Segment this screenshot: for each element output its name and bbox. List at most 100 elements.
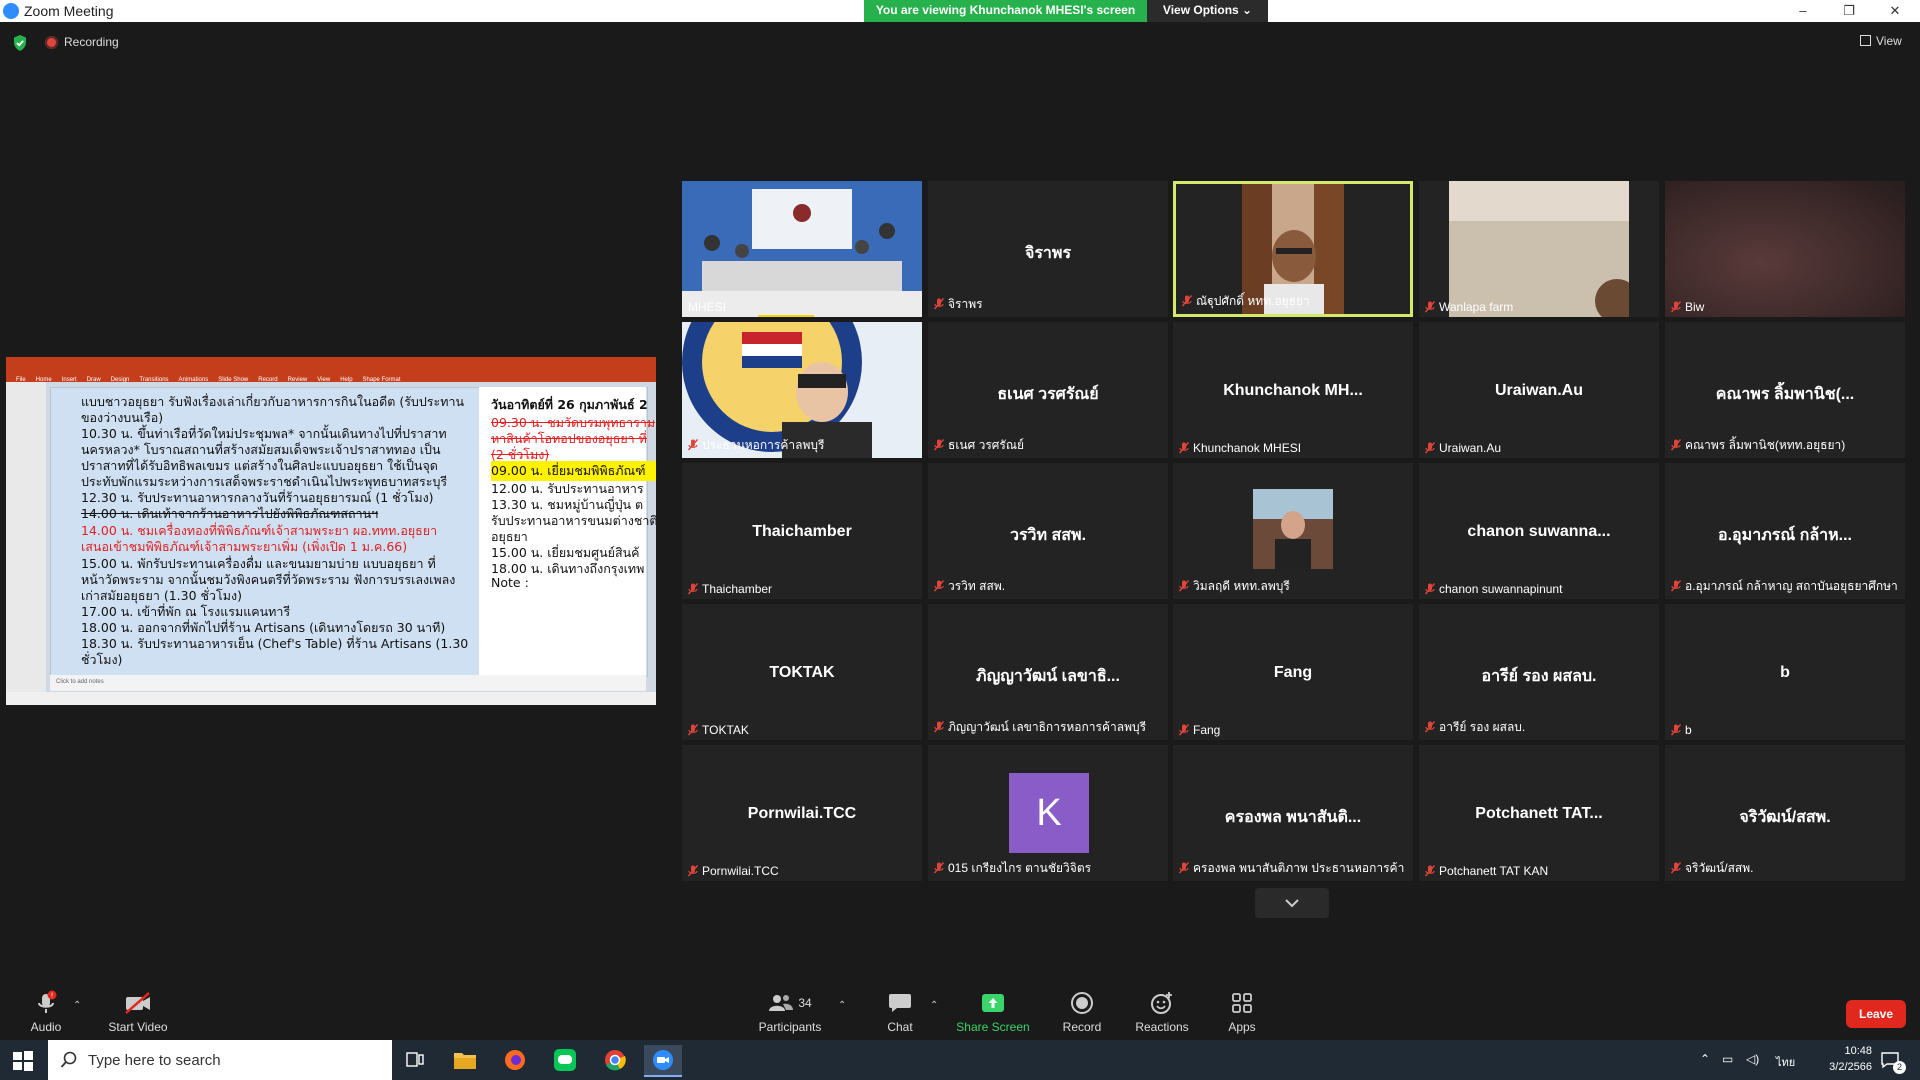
participant-tile[interactable]: Potchanett TAT... Potchanett TAT KAN [1419,745,1659,881]
file-explorer-icon[interactable] [446,1045,484,1075]
start-video-button[interactable]: Start Video [98,990,178,1034]
participants-button[interactable]: 34 Participants [750,990,830,1034]
participant-tile[interactable]: K 015 เกรียงไกร ตานชัยวิจิตร [928,745,1168,881]
participant-tile[interactable]: ธเนศ วรศรัณย์ ธเนศ วรศรัณย์ [928,322,1168,458]
grid-view-icon [1860,35,1871,46]
reactions-button[interactable]: Reactions [1122,990,1202,1034]
participant-name: Khunchanok MHESI [1193,441,1302,455]
participant-tile[interactable]: คณาพร ลิ้มพานิช(... คณาพร ลิ้มพานิช(หทท.อ… [1665,322,1905,458]
chat-button[interactable]: Chat [860,990,940,1034]
participant-tile[interactable]: อารีย์ รอง ผสลบ. อารีย์ รอง ผสลบ. [1419,604,1659,740]
participant-name-label: Potchanett TAT KAN [1425,864,1653,878]
volume-icon[interactable]: ◁) [1746,1052,1759,1066]
view-label: View [1876,34,1902,48]
view-button[interactable]: View [1860,34,1902,48]
taskbar-search-box[interactable]: Type here to search [48,1040,392,1080]
participants-icon [769,995,794,1011]
microphone-muted-icon [1179,580,1189,592]
chat-bubble-icon [889,994,911,1012]
participant-tile[interactable]: ครองพล พนาสันติ... ครองพล พนาสันติภาพ ประ… [1173,745,1413,881]
participant-tile[interactable]: ภิญญาวัฒน์ เลขาธิ... ภิญญาวัฒน์ เลขาธิการ… [928,604,1168,740]
share-screen-button[interactable]: Share Screen [953,990,1033,1034]
participant-name: Pornwilai.TCC [702,864,779,878]
task-view-icon[interactable] [396,1045,434,1075]
zoom-taskbar-icon[interactable] [644,1045,682,1077]
show-hidden-icons-icon[interactable]: ⌃ [1700,1052,1710,1066]
participant-display-name: คณาพร ลิ้มพานิช(... [1715,386,1855,403]
participant-tile[interactable]: Wanlapa farm [1419,181,1659,317]
microphone-muted-icon [688,724,698,736]
participant-tile[interactable]: ณัฐุปศักดิ์ หทท.อยุธยา [1173,181,1413,317]
participant-tile[interactable]: Thaichamber Thaichamber [682,463,922,599]
slide-text-highlight: 09.00 น. เยี่ยมชมพิพิธภัณฑ์ [491,461,656,481]
shared-screen[interactable]: File Home Insert Draw Design Transitions Anima… [6,357,656,705]
recording-label[interactable]: Recording [64,35,119,49]
clock-date[interactable]: 3/2/2566 [1812,1061,1872,1073]
scroll-down-button[interactable] [1255,888,1329,918]
microphone-muted-icon [1671,862,1681,874]
participants-caret-icon[interactable]: ⌃ [838,1000,846,1011]
view-options-button[interactable]: View Options ⌄ [1147,0,1268,22]
participant-name: chanon suwannapinunt [1439,582,1563,596]
shield-check-icon[interactable] [12,34,28,52]
participant-video [1253,489,1333,569]
participant-tile[interactable]: จิราพร จิราพร [928,181,1168,317]
ribbon-tab: Record [258,377,278,383]
slide-text: ชั่วโมง) [81,652,123,667]
notes-pane[interactable]: Click to add notes [50,675,646,691]
participant-tile[interactable]: Biw [1665,181,1905,317]
smiley-plus-icon [1151,992,1172,1014]
windows-start-icon[interactable] [12,1050,34,1072]
notification-count-badge: 2 [1893,1061,1906,1074]
record-button[interactable]: Record [1042,990,1122,1034]
clock-time[interactable]: 10:48 [1822,1045,1872,1057]
powerpoint-ribbon: File Home Insert Draw Design Transitions Anima… [6,368,656,383]
restore-button[interactable]: ❐ [1826,0,1872,22]
participant-tile[interactable]: MHESI [682,181,922,317]
window-title: Zoom Meeting [24,3,114,19]
participant-tile[interactable]: Uraiwan.Au Uraiwan.Au [1419,322,1659,458]
participant-name: Potchanett TAT KAN [1439,864,1549,878]
participant-name-label: วิมลฤดี หทท.ลพบุรี [1179,577,1407,596]
participant-name: ครองพล พนาสันติภาพ ประธานหอการค้า [1193,861,1405,875]
record-label: Record [1062,1020,1102,1034]
participant-name: จิราพร [948,297,983,311]
leave-button[interactable]: Leave [1846,1000,1906,1028]
chat-caret-icon[interactable]: ⌃ [930,1000,938,1011]
microphone-muted-icon [1671,724,1681,736]
line-app-icon[interactable] [546,1045,584,1075]
participant-name: Uraiwan.Au [1439,441,1502,455]
zoom-logo-icon [3,3,19,19]
participant-tile[interactable]: จริวัฒน์/สสพ. จริวัฒน์/สสพ. [1665,745,1905,881]
participant-name-label: จริวัฒน์/สสพ. [1671,859,1899,878]
participant-name: อารีย์ รอง ผสลบ. [1439,720,1526,734]
minimize-button[interactable]: – [1780,0,1826,22]
participant-display-name: วรวิท สสพ. [1009,527,1087,544]
audio-options-caret-icon[interactable]: ⌃ [73,1000,81,1011]
participant-tile[interactable]: chanon suwanna... chanon suwannapinunt [1419,463,1659,599]
participant-tile[interactable]: อ.อุมาภรณ์ กล้าห... อ.อุมาภรณ์ กล้าหาญ สถ… [1665,463,1905,599]
microphone-muted-icon [934,721,944,733]
network-icon[interactable]: ▭ [1722,1052,1733,1066]
audio-button[interactable]: ! Audio [6,990,86,1034]
apps-button[interactable]: Apps [1202,990,1282,1034]
close-button[interactable]: ✕ [1872,0,1918,22]
input-language[interactable]: ไทย [1776,1053,1795,1071]
participant-tile[interactable]: วิมลฤดี หทท.ลพบุรี [1173,463,1413,599]
microphone-muted-icon [1425,442,1435,454]
participants-count: 34 [798,996,812,1010]
participant-tile[interactable]: Pornwilai.TCC Pornwilai.TCC [682,745,922,881]
participant-tile[interactable]: TOKTAK TOKTAK [682,604,922,740]
chrome-icon[interactable] [596,1045,634,1075]
participant-tile[interactable]: วรวิท สสพ. วรวิท สสพ. [928,463,1168,599]
participant-name-label: อารีย์ รอง ผสลบ. [1425,718,1653,737]
participant-tile[interactable]: ประธานหอการค้าลพบุรี [682,322,922,458]
participant-tile[interactable]: bb [1665,604,1905,740]
firefox-icon[interactable] [496,1045,534,1075]
participant-tile[interactable]: Fang Fang [1173,604,1413,740]
participant-tile[interactable]: Khunchanok MH... Khunchanok MHESI [1173,322,1413,458]
microphone-muted-icon [1425,721,1435,733]
svg-text:!: ! [51,992,54,1000]
participant-display-name: Thaichamber [752,523,852,540]
participant-name-label: b [1671,723,1899,737]
